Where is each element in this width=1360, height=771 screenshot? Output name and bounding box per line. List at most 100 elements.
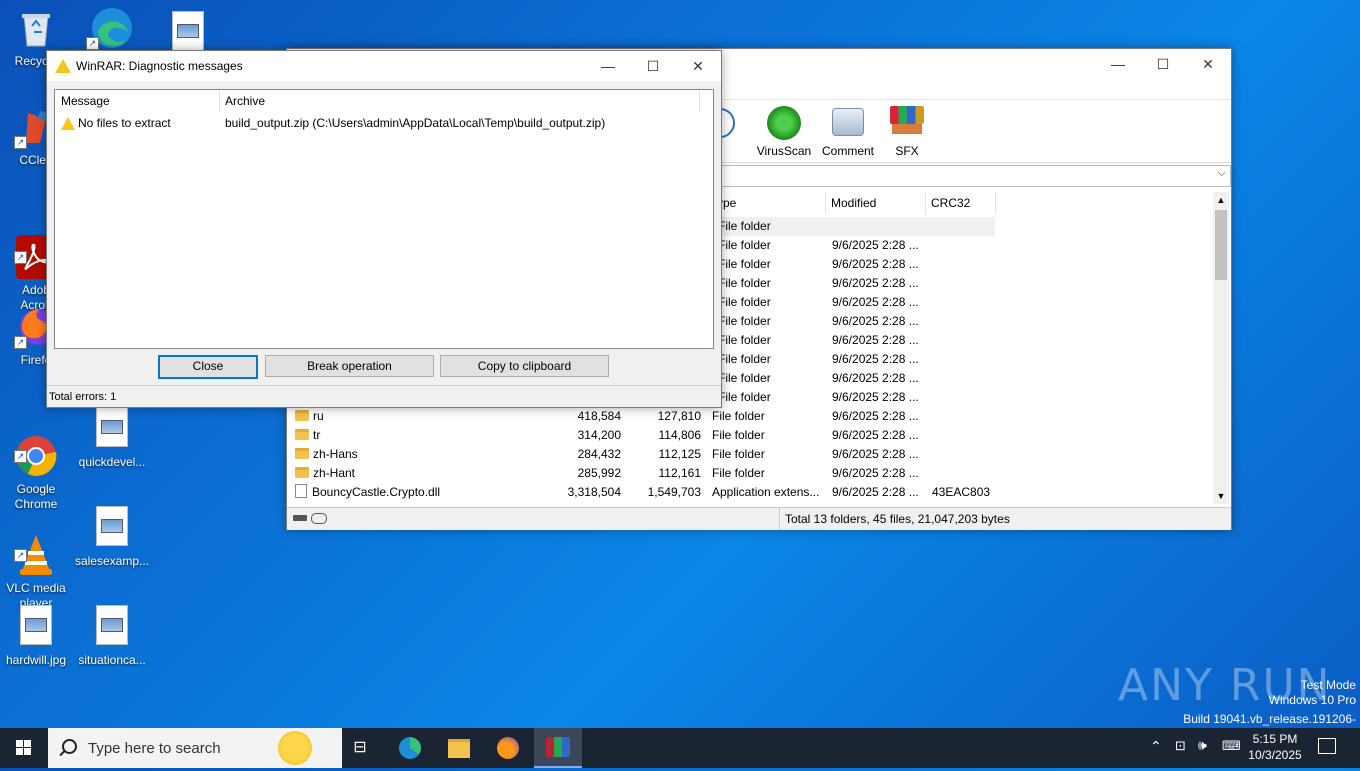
dialog-minimize-button[interactable]: — bbox=[585, 51, 631, 81]
cell-modified: 9/6/2025 2:28 ... bbox=[832, 314, 919, 328]
taskbar-edge-button[interactable] bbox=[386, 728, 434, 768]
vertical-scrollbar[interactable]: ▲ ▼ bbox=[1213, 192, 1229, 504]
taskbar-winrar-button[interactable] bbox=[534, 728, 582, 768]
taskbar: Type here to search ⊟ ⌃ ⊡ 🕪 ⌨ 5:15 PM 10… bbox=[0, 728, 1360, 768]
toolbar-sfx-button[interactable]: SFX bbox=[877, 100, 937, 158]
search-icon-handle bbox=[59, 749, 66, 757]
sfx-icon bbox=[890, 106, 924, 124]
folder-icon bbox=[295, 410, 309, 421]
break-operation-button[interactable]: Break operation bbox=[265, 355, 434, 377]
maximize-button[interactable]: ☐ bbox=[1140, 49, 1186, 79]
desktop-icon-quickdevel[interactable]: quickdevel... bbox=[74, 404, 150, 470]
shortcut-arrow-icon: ↗ bbox=[14, 549, 27, 562]
message-row[interactable]: No files to extract build_output.zip (C:… bbox=[55, 114, 713, 133]
cell-type: File folder bbox=[718, 219, 771, 233]
network-icon[interactable]: ⊡ bbox=[1175, 738, 1186, 754]
desktop-icon-hardwill[interactable]: hardwill.jpg bbox=[0, 602, 74, 668]
tray-show-hidden-icon[interactable]: ⌃ bbox=[1150, 738, 1162, 755]
scroll-down-icon[interactable]: ▼ bbox=[1213, 488, 1229, 504]
table-row[interactable]: tr 314,200 114,806 File folder 9/6/2025 … bbox=[287, 426, 1213, 445]
cell-packed: 127,810 bbox=[657, 409, 701, 423]
desktop-icon-google-chrome[interactable]: ↗ Google Chrome bbox=[0, 404, 74, 512]
cell-modified: 9/6/2025 2:28 ... bbox=[832, 447, 919, 461]
scrollbar-thumb[interactable] bbox=[1215, 210, 1227, 280]
cell-packed: 114,806 bbox=[658, 428, 702, 442]
key-icon bbox=[311, 513, 327, 524]
cell-message: No files to extract bbox=[78, 116, 171, 130]
column-header-modified[interactable]: Modified bbox=[825, 192, 926, 214]
status-bar: Total 13 folders, 45 files, 21,047,203 b… bbox=[287, 507, 1231, 530]
cell-type: File folder bbox=[712, 409, 765, 423]
image-file-icon bbox=[96, 506, 128, 546]
toolbar-label: SFX bbox=[895, 144, 919, 158]
language-icon[interactable]: ⌨ bbox=[1222, 738, 1241, 754]
taskbar-search-box[interactable]: Type here to search bbox=[48, 728, 342, 768]
firefox-icon bbox=[497, 737, 519, 759]
image-file-desktop-icon[interactable] bbox=[170, 8, 206, 51]
warning-icon bbox=[61, 117, 75, 130]
clock[interactable]: 5:15 PM 10/3/2025 bbox=[1240, 731, 1310, 763]
task-view-icon: ⊟ bbox=[353, 739, 367, 756]
start-button[interactable] bbox=[0, 728, 48, 768]
edge-icon bbox=[399, 737, 421, 759]
shortcut-arrow-icon: ↗ bbox=[14, 336, 27, 349]
dialog-title: WinRAR: Diagnostic messages bbox=[76, 59, 243, 73]
watermark-line1: Test Mode bbox=[1300, 678, 1356, 692]
close-button[interactable]: Close bbox=[158, 355, 258, 379]
windows-logo-icon bbox=[16, 740, 31, 755]
cell-name: BouncyCastle.Crypto.dll bbox=[312, 485, 441, 499]
notification-icon[interactable] bbox=[1318, 738, 1336, 754]
folder-icon bbox=[295, 467, 309, 478]
cell-type: File folder bbox=[712, 447, 765, 461]
copy-to-clipboard-button[interactable]: Copy to clipboard bbox=[440, 355, 609, 377]
cell-size: 284,432 bbox=[577, 447, 621, 461]
drive-icon bbox=[293, 515, 307, 521]
edge-desktop-icon[interactable]: ↗ bbox=[86, 6, 136, 50]
taskbar-explorer-button[interactable] bbox=[434, 728, 482, 768]
cell-type: File folder bbox=[718, 333, 771, 347]
task-view-button[interactable]: ⊟ bbox=[336, 728, 384, 768]
cell-modified: 9/6/2025 2:28 ... bbox=[832, 352, 919, 366]
cell-type: File folder bbox=[718, 352, 771, 366]
search-highlight-icon bbox=[278, 731, 312, 765]
column-header-crc[interactable]: CRC32 bbox=[925, 192, 996, 214]
column-header-archive[interactable]: Archive bbox=[219, 90, 700, 112]
volume-icon[interactable]: 🕪 bbox=[1198, 737, 1207, 754]
desktop-icon-situationca[interactable]: situationca... bbox=[74, 602, 150, 668]
winrar-icon bbox=[546, 737, 570, 757]
toolbar-virusscan-button[interactable]: VirusScan bbox=[754, 100, 814, 158]
desktop-icon-label: quickdevel... bbox=[78, 455, 146, 469]
dialog-close-button[interactable]: ✕ bbox=[675, 51, 721, 81]
image-file-icon bbox=[20, 605, 52, 645]
table-row[interactable]: BouncyCastle.Crypto.dll 3,318,504 1,549,… bbox=[287, 483, 1213, 502]
taskbar-firefox-button[interactable] bbox=[484, 728, 532, 768]
virus-scan-icon bbox=[767, 106, 801, 140]
desktop-icon-vlc[interactable]: ↗ VLC media player bbox=[0, 503, 74, 611]
image-file-icon bbox=[172, 11, 204, 51]
cell-modified: 9/6/2025 2:28 ... bbox=[832, 333, 919, 347]
clock-time: 5:15 PM bbox=[1252, 732, 1298, 746]
table-row[interactable]: zh-Hans 284,432 112,125 File folder 9/6/… bbox=[287, 445, 1213, 464]
close-window-button[interactable]: ✕ bbox=[1185, 49, 1231, 79]
warning-icon bbox=[55, 59, 71, 73]
shortcut-arrow-icon: ↗ bbox=[14, 136, 27, 149]
column-header-type[interactable]: ype bbox=[711, 192, 826, 214]
cell-type: File folder bbox=[718, 314, 771, 328]
cell-modified: 9/6/2025 2:28 ... bbox=[832, 409, 919, 423]
toolbar-comment-button[interactable]: Comment bbox=[818, 100, 878, 158]
cell-type: File folder bbox=[718, 371, 771, 385]
test-mode-text: Test Mode Windows 10 Pro bbox=[1260, 678, 1356, 708]
cell-modified: 9/6/2025 2:28 ... bbox=[832, 428, 919, 442]
column-header-message[interactable]: Message bbox=[55, 90, 220, 112]
folder-icon bbox=[295, 429, 309, 440]
desktop-icon-salesexamp[interactable]: salesexamp... bbox=[74, 503, 150, 569]
cell-size: 285,992 bbox=[577, 466, 621, 480]
messages-list: Message Archive No files to extract buil… bbox=[54, 89, 714, 349]
cell-size: 3,318,504 bbox=[567, 485, 621, 499]
dialog-maximize-button[interactable]: ☐ bbox=[630, 51, 676, 81]
table-row[interactable]: zh-Hant 285,992 112,161 File folder 9/6/… bbox=[287, 464, 1213, 483]
scroll-up-icon[interactable]: ▲ bbox=[1213, 192, 1229, 208]
watermark-line2: Windows 10 Pro bbox=[1268, 693, 1356, 707]
minimize-button[interactable]: — bbox=[1095, 49, 1141, 79]
table-row[interactable]: ru 418,584 127,810 File folder 9/6/2025 … bbox=[287, 407, 1213, 426]
